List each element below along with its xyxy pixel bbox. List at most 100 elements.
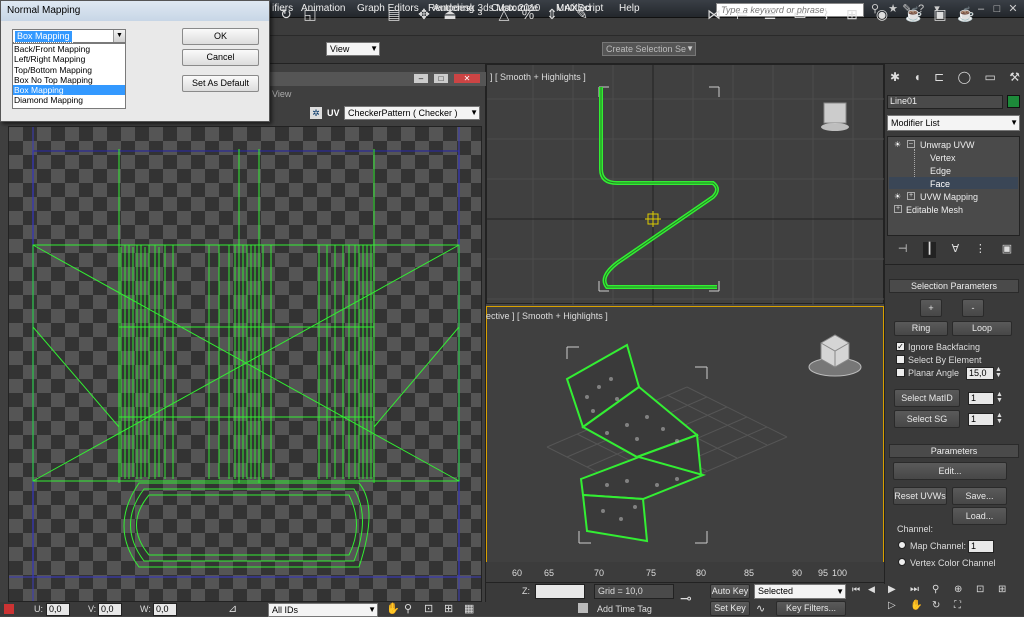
stack-item-vertex[interactable]: Vertex: [930, 153, 956, 163]
select-matid-button[interactable]: Select MatID: [894, 389, 960, 407]
go-to-start-icon[interactable]: ⏮: [852, 584, 868, 616]
object-name-field[interactable]: Line01: [887, 95, 1003, 109]
close-icon[interactable]: ✕: [453, 73, 481, 84]
matid-field[interactable]: 1: [968, 392, 994, 405]
expand-icon[interactable]: +: [894, 205, 902, 213]
set-key-button[interactable]: Set Key: [710, 601, 750, 616]
maximize-icon[interactable]: □: [433, 73, 449, 84]
rendered-frame-icon[interactable]: ▣: [930, 4, 950, 24]
vertex-color-radio[interactable]: [898, 558, 906, 566]
stack-item-edge[interactable]: Edge: [930, 166, 951, 176]
time-tag-icon[interactable]: [578, 603, 588, 613]
minimize-icon[interactable]: –: [974, 2, 988, 16]
time-ruler[interactable]: 60 65 70 75 80 85 90 95 100: [486, 562, 884, 582]
zoom-region-icon[interactable]: ⊡: [424, 602, 433, 615]
reset-uvws-button[interactable]: Reset UVWs: [893, 487, 947, 505]
planar-angle-field[interactable]: 15,0: [966, 367, 994, 380]
next-frame-icon[interactable]: ⏭: [910, 584, 932, 600]
stack-item-face[interactable]: Face: [930, 179, 950, 189]
hierarchy-tab-icon[interactable]: ⊏: [934, 70, 944, 88]
utilities-tab-icon[interactable]: ⚒: [1009, 70, 1020, 88]
stack-item-uvw-mapping[interactable]: UVW Mapping: [920, 192, 978, 202]
edit-named-sets-icon[interactable]: ✎: [572, 4, 592, 24]
modifier-list-combo[interactable]: Modifier List ▼: [887, 115, 1020, 131]
zoom-all-icon[interactable]: ⊕: [954, 584, 976, 600]
spinner-arrows-icon[interactable]: ▲ ▼: [996, 412, 1003, 425]
option-top-bottom[interactable]: Top/Bottom Mapping: [13, 65, 125, 75]
pan-icon[interactable]: ✋: [386, 602, 400, 615]
chevron-down-icon[interactable]: ▼: [113, 30, 125, 42]
named-selection-set-combo[interactable]: Create Selection Se ▼: [602, 42, 696, 56]
graphite-tools-icon[interactable]: ▭: [790, 4, 810, 24]
viewport-perspective-label[interactable]: ective ] [ Smooth + Highlights ]: [486, 311, 608, 321]
motion-tab-icon[interactable]: ◯: [958, 70, 971, 88]
remove-modifier-icon[interactable]: ⋮: [975, 242, 986, 258]
option-box-mapping[interactable]: Box Mapping: [13, 85, 125, 96]
zoom-extents-all-icon[interactable]: ⊞: [998, 584, 1020, 600]
menu-help[interactable]: Help: [619, 3, 640, 14]
display-tab-icon[interactable]: ▭: [984, 70, 995, 88]
render-setup-icon[interactable]: ☕: [904, 4, 924, 24]
option-box-no-top[interactable]: Box No Top Mapping: [13, 75, 125, 85]
grow-selection-button[interactable]: +: [920, 299, 942, 317]
edit-button[interactable]: Edit...: [893, 462, 1007, 480]
maximize-icon[interactable]: □: [990, 2, 1004, 16]
pan-icon[interactable]: ✋: [910, 600, 932, 616]
rotate-icon[interactable]: ↻: [276, 4, 296, 24]
orbit-icon[interactable]: ↻: [932, 600, 954, 616]
pivot-icon[interactable]: ▤: [384, 4, 404, 24]
z-field[interactable]: [535, 584, 585, 599]
lock-icon[interactable]: [4, 604, 14, 614]
object-color-swatch[interactable]: [1007, 95, 1020, 108]
collapse-icon[interactable]: –: [907, 140, 915, 148]
bulb-icon[interactable]: ☀: [894, 192, 901, 201]
zoom-extents-icon[interactable]: ⊡: [976, 584, 998, 600]
snap-3d-icon[interactable]: ³: [470, 4, 490, 24]
zoom-icon[interactable]: ⚲: [404, 602, 412, 615]
zoom-extents-icon[interactable]: ⊞: [444, 602, 453, 615]
key-mode-icon[interactable]: ∿: [756, 602, 765, 615]
uv-axis-label[interactable]: UV: [327, 108, 340, 118]
map-channel-field[interactable]: 1: [968, 540, 994, 553]
key-filters-button[interactable]: Key Filters...: [776, 601, 846, 616]
save-button[interactable]: Save...: [952, 487, 1007, 505]
spinner-arrows-icon[interactable]: ▲ ▼: [996, 391, 1003, 404]
schematic-view-icon[interactable]: ⊞: [842, 4, 862, 24]
option-diamond[interactable]: Diamond Mapping: [13, 95, 125, 105]
option-back-front[interactable]: Back/Front Mapping: [13, 44, 125, 54]
stack-item-editable-mesh[interactable]: Editable Mesh: [906, 205, 963, 215]
zoom-icon[interactable]: ⚲: [932, 584, 954, 600]
add-time-tag[interactable]: Add Time Tag: [597, 604, 652, 614]
make-unique-icon[interactable]: ∀: [952, 242, 960, 258]
curve-editor-icon[interactable]: ⌇: [816, 4, 836, 24]
spinner-arrows-icon[interactable]: ▲ ▼: [995, 366, 1002, 379]
mapping-options-list[interactable]: Back/Front Mapping Left/Right Mapping To…: [12, 43, 126, 109]
uv-canvas[interactable]: [8, 126, 482, 602]
stack-item-unwrap-uvw[interactable]: Unwrap UVW: [920, 140, 975, 150]
material-editor-icon[interactable]: ◉: [872, 4, 892, 24]
render-production-icon[interactable]: ☕: [956, 4, 976, 24]
cancel-button[interactable]: Cancel: [182, 49, 259, 66]
field-of-view-icon[interactable]: ▷: [888, 600, 910, 616]
ignore-backfacing-checkbox[interactable]: ✓: [896, 342, 905, 351]
map-channel-radio[interactable]: [898, 541, 906, 549]
close-icon[interactable]: ✕: [1006, 2, 1020, 16]
previous-frame-icon[interactable]: ◀: [868, 584, 884, 616]
texture-combo[interactable]: CheckerPattern ( Checker ) ▼: [344, 106, 480, 120]
expand-icon[interactable]: +: [907, 192, 915, 200]
show-end-result-icon[interactable]: ┃: [923, 242, 936, 258]
key-selection-combo[interactable]: Selected ▼: [754, 584, 846, 599]
option-left-right[interactable]: Left/Right Mapping: [13, 54, 125, 64]
configure-sets-icon[interactable]: ▣: [1002, 242, 1012, 258]
checker-icon[interactable]: ✲: [310, 107, 322, 119]
uv-menu-view[interactable]: View: [272, 89, 291, 99]
reference-coord-combo[interactable]: View ▼: [326, 42, 380, 56]
w-field[interactable]: 0,0: [153, 603, 177, 616]
parameters-rollout[interactable]: Parameters: [889, 444, 1019, 458]
scale-icon[interactable]: ◱: [300, 4, 320, 24]
v-field[interactable]: 0,0: [98, 603, 122, 616]
planar-angle-checkbox[interactable]: [896, 368, 905, 377]
auto-key-button[interactable]: Auto Key: [710, 584, 750, 599]
keyboard-shortcut-icon[interactable]: ⏏: [440, 4, 460, 24]
maximize-viewport-icon[interactable]: ⛶: [954, 600, 976, 616]
